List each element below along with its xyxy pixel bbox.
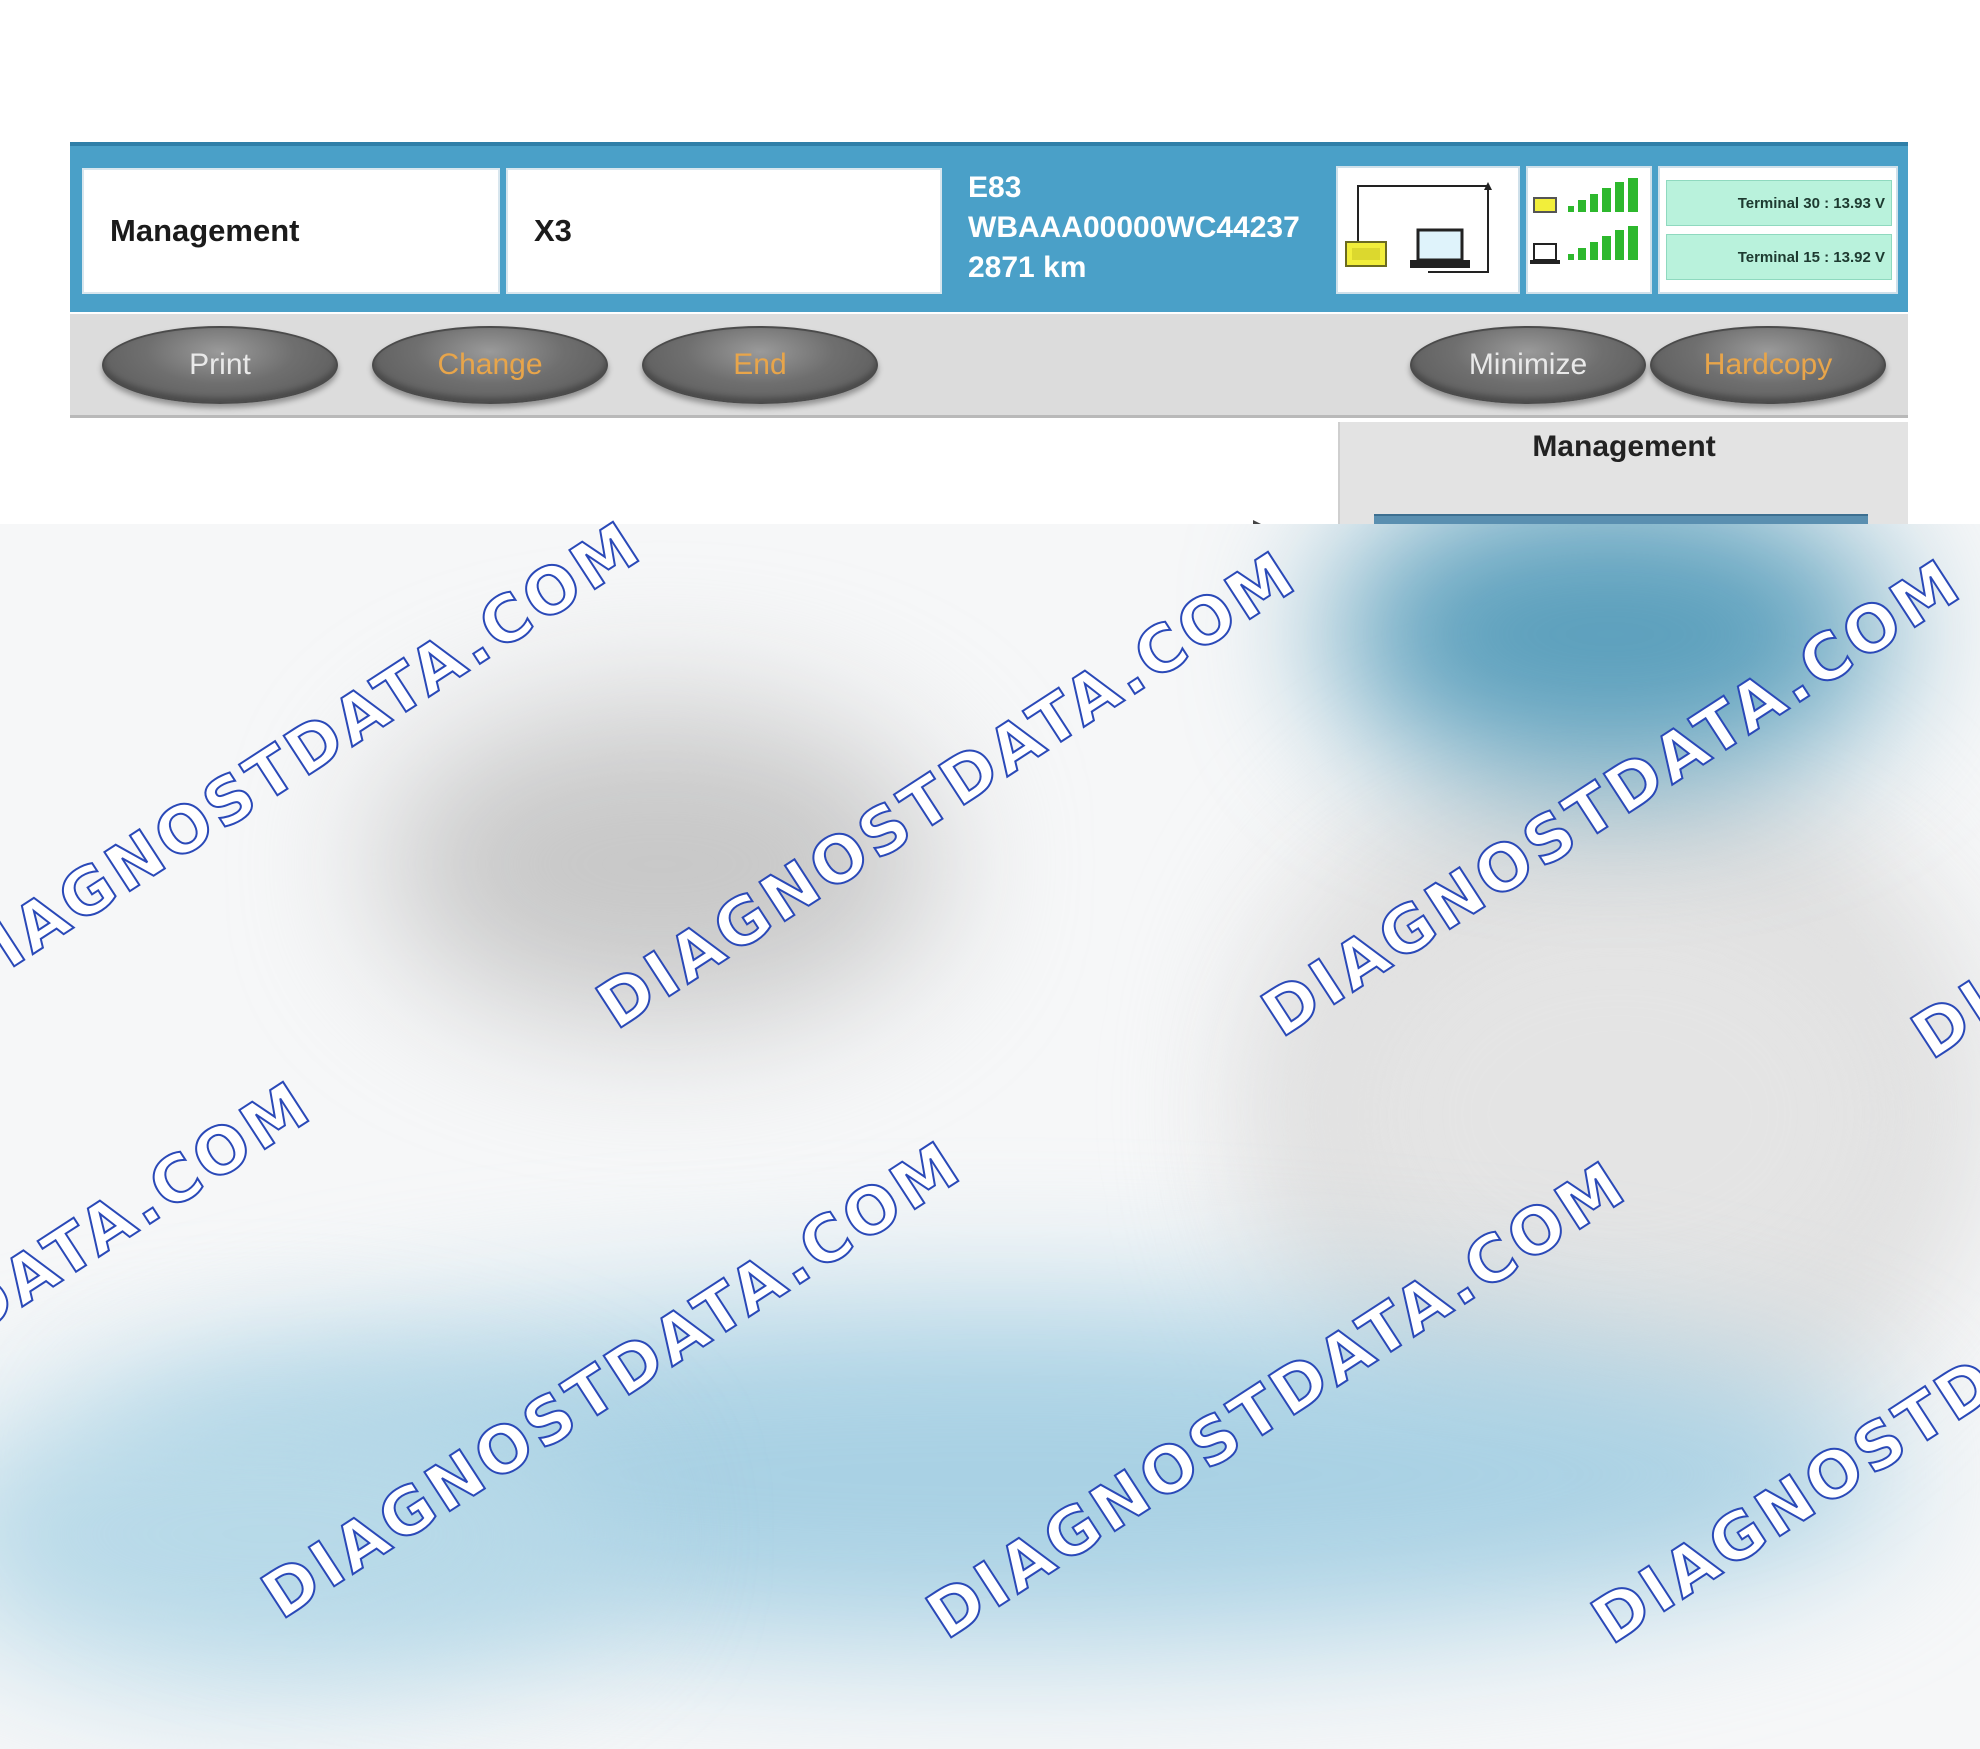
hardcopy-button[interactable]: Hardcopy bbox=[1650, 326, 1886, 404]
minimize-button[interactable]: Minimize bbox=[1410, 326, 1646, 404]
connection-diagram-icon bbox=[1336, 166, 1520, 294]
signal-bars-icon bbox=[1530, 178, 1638, 264]
end-button[interactable]: End bbox=[642, 326, 878, 404]
laptop-icon bbox=[1410, 228, 1470, 268]
function-field-text: Management bbox=[110, 213, 300, 248]
vehicle-info: E83 WBAAA00000WC44237 2871 km bbox=[968, 168, 1300, 288]
header-bar: Management X3 E83 WBAAA00000WC44237 2871… bbox=[70, 142, 1908, 312]
function-field[interactable]: Management bbox=[82, 168, 500, 294]
terminal-30-voltage: Terminal 30 : 13.93 V bbox=[1666, 180, 1892, 226]
side-panel-title: Management bbox=[1532, 430, 1716, 463]
model-field[interactable]: X3 bbox=[506, 168, 942, 294]
change-button[interactable]: Change bbox=[372, 326, 608, 404]
terminal-15-voltage: Terminal 15 : 13.92 V bbox=[1666, 234, 1892, 280]
model-field-text: X3 bbox=[534, 213, 572, 248]
toolbar: Print Change End Minimize Hardcopy bbox=[70, 314, 1908, 418]
terminal-voltage-panel: Terminal 30 : 13.93 V Terminal 15 : 13.9… bbox=[1658, 166, 1898, 294]
signal-strength-panel bbox=[1526, 166, 1652, 294]
print-button[interactable]: Print bbox=[102, 326, 338, 404]
vehicle-mileage: 2871 km bbox=[968, 251, 1087, 284]
vehicle-series: E83 bbox=[968, 171, 1022, 204]
vehicle-vin: WBAAA00000WC44237 bbox=[968, 211, 1300, 244]
vci-box-icon bbox=[1345, 241, 1387, 267]
